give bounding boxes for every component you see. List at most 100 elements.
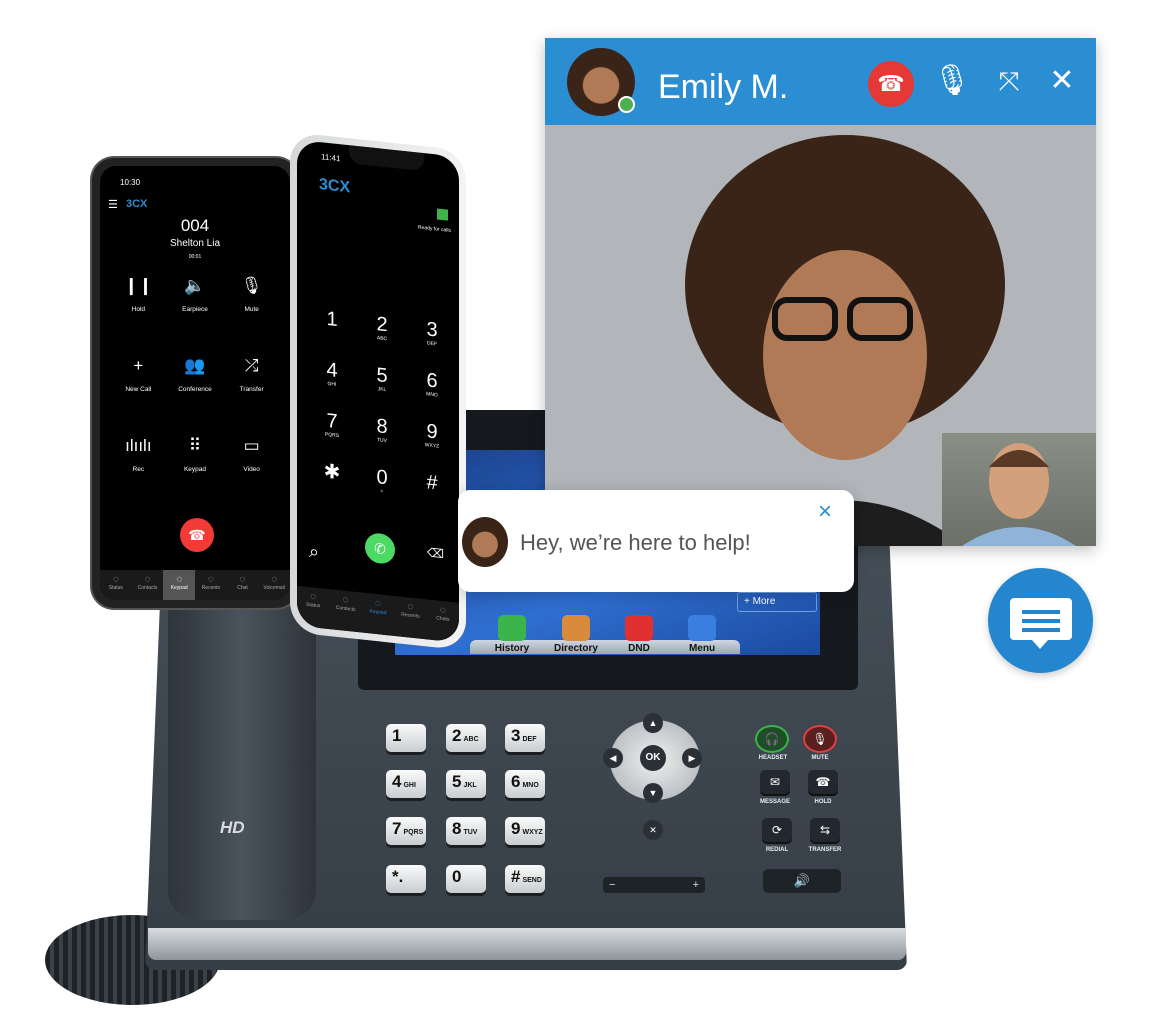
dial-key[interactable]: 1 bbox=[307, 306, 357, 340]
key-letters: PQRS bbox=[403, 829, 424, 836]
dial-key[interactable]: # bbox=[407, 469, 457, 503]
tab-keypad[interactable]: ◌ Keypad bbox=[163, 570, 196, 600]
desk-key[interactable]: 7 PQRS bbox=[386, 817, 426, 845]
chat-popup[interactable]: Hey, we’re here to help! × bbox=[458, 490, 854, 592]
transfer-button[interactable]: ⇆ bbox=[810, 818, 840, 842]
hangup-button[interactable]: ☎ bbox=[180, 518, 214, 552]
dial-key[interactable]: 6 MNO bbox=[407, 367, 457, 401]
hangup-button[interactable]: ☎ bbox=[868, 61, 914, 107]
call-action-button[interactable]: ❙❙ Hold bbox=[110, 276, 167, 316]
dial-digit: 0 bbox=[376, 466, 388, 490]
dial-key[interactable]: ✱ bbox=[307, 459, 357, 493]
message-button[interactable]: ✉ bbox=[760, 770, 790, 794]
tab-label: Recents bbox=[201, 585, 221, 591]
tab-recents[interactable]: ◌ Recents bbox=[195, 570, 227, 600]
desk-key[interactable]: 3 DEF bbox=[505, 724, 545, 752]
speaker-button[interactable]: 🔊 bbox=[763, 869, 841, 893]
video-call-header: Emily M. ☎ 🎙 ⤧ ✕ bbox=[545, 38, 1096, 125]
dial-key[interactable]: 7 PQRS bbox=[307, 408, 357, 442]
action-icon: + bbox=[133, 356, 144, 375]
nav-left-button[interactable]: ◀ bbox=[603, 748, 623, 768]
desk-key[interactable]: 5 JKL bbox=[446, 770, 486, 798]
screen-more-button[interactable]: + More bbox=[737, 592, 817, 612]
hold-button[interactable]: ☎ bbox=[808, 770, 838, 794]
tab-status[interactable]: ◌ Status bbox=[100, 570, 132, 600]
call-action-button[interactable]: 👥 Conference bbox=[167, 356, 224, 396]
tab-status[interactable]: ◌ Status bbox=[297, 586, 329, 629]
call-action-button[interactable]: 🔈 Earpiece bbox=[167, 276, 224, 316]
tab-contacts[interactable]: ◌ Contacts bbox=[329, 589, 361, 632]
desk-key[interactable]: 8 TUV bbox=[446, 817, 486, 845]
call-action-button[interactable]: + New Call bbox=[110, 356, 167, 396]
dial-key[interactable]: 9 WXYZ bbox=[407, 418, 457, 452]
close-button[interactable]: ✕ bbox=[1042, 64, 1082, 98]
headset-button[interactable]: 🎧 bbox=[757, 727, 787, 751]
tab-chat[interactable]: ◌ Chat bbox=[227, 570, 259, 600]
chat-launcher-button[interactable] bbox=[988, 568, 1093, 673]
tab-keypad[interactable]: ◌ Keypad bbox=[362, 593, 394, 636]
dial-key[interactable]: 8 TUV bbox=[357, 413, 407, 447]
desk-key[interactable]: 1 bbox=[386, 724, 426, 752]
tab-contacts[interactable]: ◌ Contacts bbox=[132, 570, 164, 600]
more-label: More bbox=[752, 596, 776, 607]
desk-key[interactable]: 4 GHI bbox=[386, 770, 426, 798]
desk-key[interactable]: 0 bbox=[446, 865, 486, 893]
tab-chats[interactable]: ◌ Chats bbox=[427, 599, 459, 642]
microphone-button[interactable]: 🎙 bbox=[932, 64, 972, 98]
volume-down[interactable]: − bbox=[609, 877, 615, 893]
call-button[interactable]: ✆ bbox=[365, 531, 395, 566]
handset[interactable] bbox=[168, 600, 316, 920]
screen-app-directory[interactable]: Directory bbox=[546, 615, 606, 654]
call-action-button[interactable]: ▭ Video bbox=[223, 436, 280, 476]
speaker-icon: 🔊 bbox=[793, 873, 811, 888]
tab-voicemail[interactable]: ◌ Voicemail bbox=[258, 570, 290, 600]
ok-button[interactable]: OK bbox=[640, 745, 666, 771]
desk-key[interactable]: # SEND bbox=[505, 865, 545, 893]
notch bbox=[349, 145, 424, 172]
iphone: 11:41 3CX Ready for calls 1 2 ABC 3 DEF 4 GHI 5… bbox=[290, 132, 466, 651]
app-label: Directory bbox=[554, 643, 598, 654]
hamburger-menu-icon[interactable]: ☰ bbox=[108, 198, 118, 211]
tab-label: Keypad bbox=[369, 608, 387, 617]
self-view-pip[interactable] bbox=[942, 433, 1096, 546]
nav-down-button[interactable]: ▼ bbox=[643, 783, 663, 803]
screen-app-history[interactable]: History bbox=[482, 615, 542, 654]
desk-key[interactable]: *. bbox=[386, 865, 426, 893]
call-action-button[interactable]: ılıılı Rec bbox=[110, 436, 167, 476]
call-action-button[interactable]: ⠿ Keypad bbox=[167, 436, 224, 476]
nav-up-button[interactable]: ▲ bbox=[643, 713, 663, 733]
action-icon: ❙❙ bbox=[124, 276, 153, 295]
hangup-icon: ☎ bbox=[877, 71, 905, 96]
message-label: MESSAGE bbox=[759, 799, 790, 805]
desk-key[interactable]: 2 ABC bbox=[446, 724, 486, 752]
call-action-button[interactable]: 🎙 Mute bbox=[223, 276, 280, 316]
dial-letters: PQRS bbox=[324, 431, 340, 440]
dial-key[interactable]: 2 ABC bbox=[357, 311, 407, 345]
action-icon: ⤮ bbox=[244, 356, 259, 375]
dial-key[interactable]: 0 + bbox=[357, 464, 407, 498]
tab-recents[interactable]: ◌ Recents bbox=[394, 596, 426, 639]
desk-key[interactable]: 6 MNO bbox=[505, 770, 545, 798]
dial-key[interactable]: 5 JKL bbox=[357, 362, 407, 396]
search-icon[interactable]: ⌕ bbox=[309, 541, 319, 563]
volume-rocker[interactable]: − + bbox=[603, 877, 705, 893]
key-letters: SEND bbox=[522, 877, 542, 884]
mute-button[interactable]: 🎙 bbox=[805, 727, 835, 751]
dial-key[interactable]: 3 DEF bbox=[407, 316, 457, 350]
cancel-x-button[interactable]: ✕ bbox=[643, 820, 663, 840]
redial-button[interactable]: ⟳ bbox=[762, 818, 792, 842]
volume-up[interactable]: + bbox=[693, 877, 699, 893]
nav-right-button[interactable]: ▶ bbox=[682, 748, 702, 768]
action-label: Keypad bbox=[183, 466, 207, 473]
chat-close-button[interactable]: × bbox=[818, 498, 832, 526]
dial-key[interactable]: 4 GHI bbox=[307, 357, 357, 391]
screen-app-dnd[interactable]: DND bbox=[609, 615, 669, 654]
fullscreen-button[interactable]: ⤧ bbox=[989, 64, 1029, 98]
directory-icon bbox=[562, 615, 590, 641]
desk-key[interactable]: 9 WXYZ bbox=[505, 817, 545, 845]
backspace-icon[interactable]: ⌫ bbox=[427, 545, 444, 561]
call-action-button[interactable]: ⤮ Transfer bbox=[223, 356, 280, 396]
screen-app-menu[interactable]: Menu bbox=[672, 615, 732, 654]
dial-letters: MNO bbox=[426, 391, 438, 399]
history-icon bbox=[498, 615, 526, 641]
